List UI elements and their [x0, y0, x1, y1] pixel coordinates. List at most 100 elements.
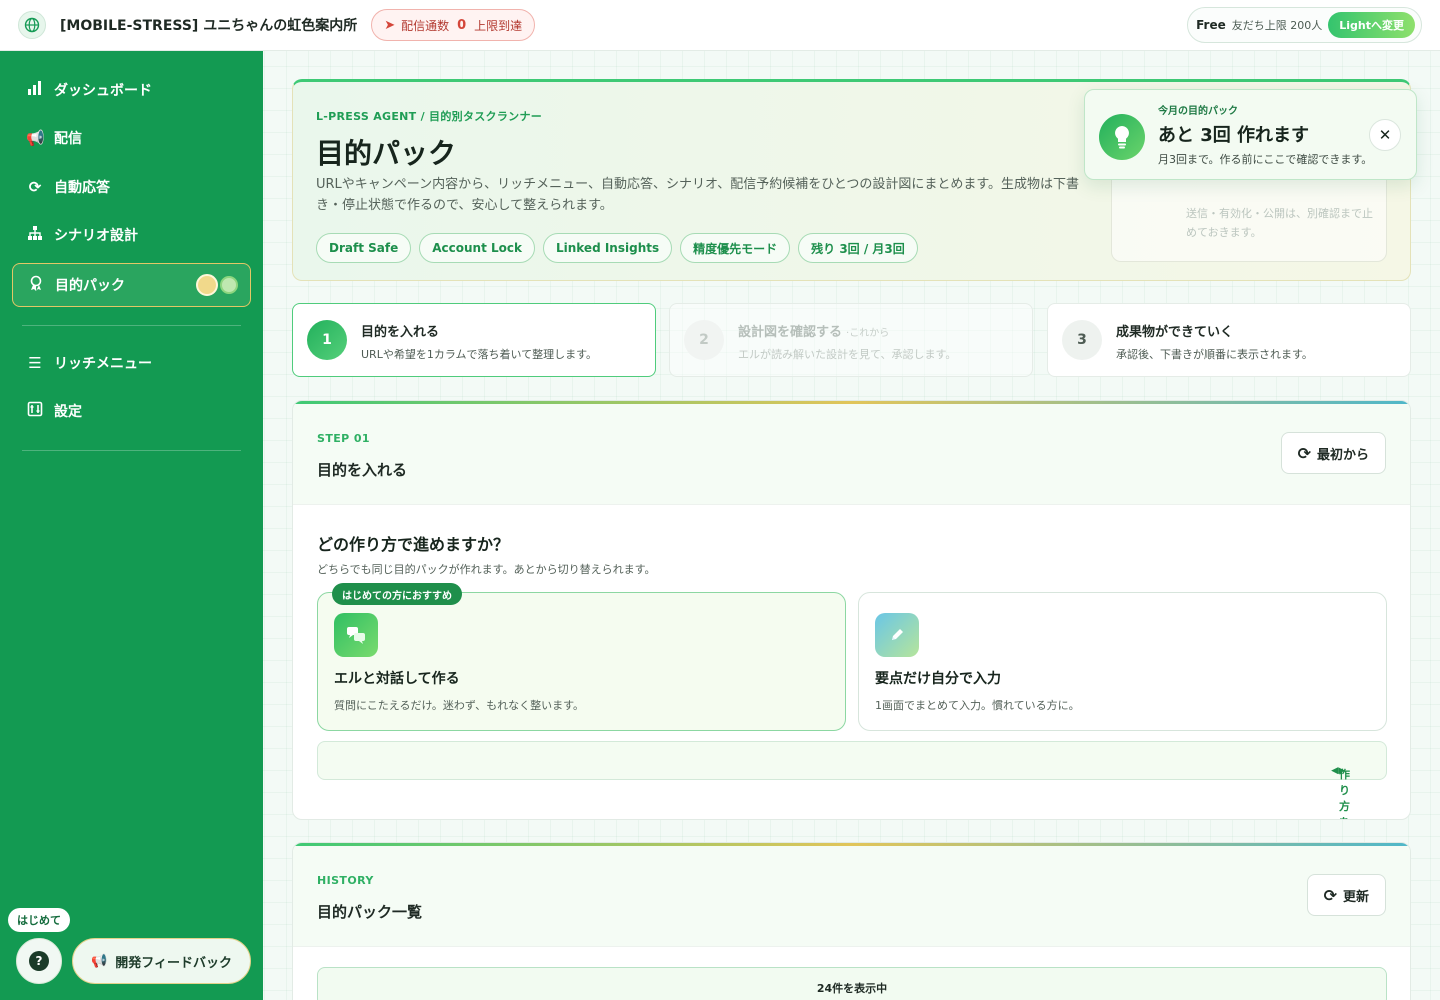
settings-icon — [26, 401, 44, 421]
chip-account-lock: Account Lock — [419, 233, 535, 263]
sidebar-item-scenario[interactable]: シナリオ設計 — [12, 213, 251, 257]
choice-manual-mode[interactable]: 要点だけ自分で入力 1画面でまとめて入力。慣れている方に。 — [858, 592, 1387, 731]
panel-header: HISTORY 目的パック一覧 ⟳ 更新 — [293, 846, 1410, 947]
sitemap-icon — [26, 225, 44, 245]
choice-subtitle: 質問にこたえるだけ。迷わず、もれなく整います。 — [334, 699, 585, 712]
step-kicker: STEP 01 — [317, 432, 370, 445]
page-title: 目的パック — [316, 137, 457, 170]
limit-count: 0 — [457, 17, 467, 33]
friends-limit: 友だち上限 200人 — [1231, 19, 1323, 32]
sidebar-item-label: ダッシュボード — [54, 83, 152, 99]
mode-question-sub: どちらでも同じ目的パックが作れます。あとから切り替えられます。 — [317, 563, 656, 576]
history-title: 目的パック一覧 — [317, 903, 423, 921]
mode-question: どの作り方で進めますか？ — [317, 535, 510, 554]
safety-note: 送信・有効化・公開は、別確認まで止めておきます。 — [1186, 207, 1373, 239]
help-button[interactable]: ? — [16, 938, 62, 984]
sidebar-item-label: 設定 — [54, 404, 82, 420]
panel-header: STEP 01 目的を入れる ⟳ 最初から — [293, 404, 1410, 505]
avatar-group — [196, 274, 238, 296]
send-limit-badge: ➤ 配信通数 0 上限到達 — [371, 9, 536, 41]
recommended-badge: はじめての方におすすめ — [332, 583, 462, 605]
chip-draft-safe: Draft Safe — [316, 233, 412, 263]
refresh-button[interactable]: ⟳ 更新 — [1306, 874, 1386, 916]
feature-chips: Draft Safe Account Lock Linked Insights … — [316, 233, 918, 263]
refresh-label: 更新 — [1342, 889, 1369, 905]
megaphone-icon: ➤ — [384, 17, 396, 33]
feedback-button[interactable]: 📢 開発フィードバック — [72, 938, 251, 984]
sidebar-item-purpose-pack[interactable]: 目的パック — [12, 263, 251, 307]
sidebar: ダッシュボード 📢 配信 ⟳ 自動応答 シナリオ設計 目的パック ☰ リッチメニ… — [0, 51, 263, 1000]
limit-label: 配信通数 — [401, 18, 450, 33]
sidebar-item-settings[interactable]: 設定 — [12, 389, 251, 433]
sidebar-divider — [22, 450, 241, 451]
first-time-tag: はじめて — [8, 908, 70, 932]
refresh-icon: ⟳ — [28, 178, 42, 196]
chip-linked-insights: Linked Insights — [542, 233, 673, 263]
step-title: 目的を入れる — [361, 325, 440, 340]
lightbulb-icon — [1099, 114, 1145, 160]
plan-name: Free — [1196, 18, 1226, 32]
feedback-label: 開発フィードバック — [115, 955, 232, 971]
step-title: 成果物ができていく — [1116, 325, 1234, 340]
sidebar-item-label: シナリオ設計 — [54, 228, 138, 244]
sidebar-divider — [22, 325, 241, 326]
top-bar: [MOBILE-STRESS] ユニちゃんの虹色案内所 ➤ 配信通数 0 上限到… — [0, 0, 1440, 51]
popup-kicker: 今月の目的パック — [1158, 106, 1238, 117]
choice-title: 要点だけ自分で入力 — [875, 671, 1001, 687]
award-badge-icon — [220, 276, 238, 294]
globe-icon[interactable] — [18, 11, 46, 39]
limit-status: 上限到達 — [474, 18, 523, 33]
history-panel: HISTORY 目的パック一覧 ⟳ 更新 24件を表示中 — [292, 842, 1411, 1000]
chip-precision-mode: 精度優先モード — [680, 233, 791, 263]
step-panel: STEP 01 目的を入れる ⟳ 最初から どの作り方で進めますか？ どちらでも… — [292, 400, 1411, 820]
sidebar-item-dashboard[interactable]: ダッシュボード — [12, 68, 251, 112]
choice-chat-mode[interactable]: はじめての方におすすめ エルと対話して作る 質問にこたえるだけ。迷わず、もれなく… — [317, 583, 846, 731]
sidebar-item-label: 配信 — [54, 131, 82, 147]
sidebar-item-rich-menu[interactable]: ☰ リッチメニュー — [12, 341, 251, 385]
step-1[interactable]: 1 目的を入れる URLや希望を1カラムで落ち着いて整理します。 — [292, 303, 656, 377]
refresh-icon: ⟳ — [1297, 443, 1311, 463]
step-note: ·これから — [846, 328, 890, 339]
step-number: 3 — [1062, 320, 1102, 360]
hero-description: URLやキャンペーン内容から、リッチメニュー、自動応答、シナリオ、配信予約候補を… — [316, 177, 1080, 213]
bar-chart-icon — [26, 80, 44, 100]
reset-label: 最初から — [1316, 447, 1369, 463]
chip-remaining: 残り 3回 / 月3回 — [798, 233, 918, 263]
award-icon — [27, 275, 45, 295]
step-subtitle: エルが読み解いた設計を見て、承認します。 — [738, 348, 957, 361]
sidebar-item-label: リッチメニュー — [54, 356, 152, 372]
refresh-icon: ⟳ — [1323, 885, 1337, 905]
choice-subtitle: 1画面でまとめて入力。慣れている方に。 — [875, 699, 1080, 712]
question-icon: ? — [29, 951, 49, 971]
sidebar-item-broadcast[interactable]: 📢 配信 — [12, 116, 251, 160]
reselect-bar: ◀▶作り方を選び直す — [317, 741, 1387, 819]
hero-kicker: L-PRESS AGENT / 目的別タスクランナー — [316, 110, 543, 123]
plan-box: Free 友だち上限 200人 Lightへ変更 — [1187, 7, 1422, 43]
stepper: 1 目的を入れる URLや希望を1カラムで落ち着いて整理します。 2 設計図を確… — [292, 303, 1411, 378]
step-subtitle: URLや希望を1カラムで落ち着いて整理します。 — [361, 348, 598, 361]
step-number: 2 — [684, 320, 724, 360]
popup-title: あと 3回 作れます — [1158, 125, 1310, 146]
choice-title: エルと対話して作る — [334, 671, 460, 687]
close-icon[interactable]: ✕ — [1369, 119, 1401, 151]
avatar — [196, 274, 218, 296]
reset-button[interactable]: ⟳ 最初から — [1280, 432, 1386, 474]
sidebar-item-label: 自動応答 — [54, 180, 110, 196]
history-count: 24件を表示中 — [317, 967, 1387, 1000]
pencil-icon — [875, 613, 919, 657]
megaphone-icon: 📢 — [91, 953, 108, 969]
app-title: [MOBILE-STRESS] ユニちゃんの虹色案内所 — [60, 18, 358, 34]
step-3: 3 成果物ができていく 承認後、下書きが順番に表示されます。 — [1047, 303, 1411, 377]
step-number: 1 — [307, 320, 347, 360]
menu-icon: ☰ — [28, 354, 42, 372]
sidebar-item-auto-reply[interactable]: ⟳ 自動応答 — [12, 165, 251, 209]
step-2: 2 設計図を確認する ·これから エルが読み解いた設計を見て、承認します。 — [669, 303, 1033, 377]
megaphone-icon: 📢 — [26, 129, 45, 147]
quota-popup: 今月の目的パック あと 3回 作れます 月3回まで。作る前にここで確認できます。… — [1084, 89, 1417, 180]
panel-title: 目的を入れる — [317, 461, 408, 479]
sidebar-item-label: 目的パック — [55, 278, 125, 294]
change-plan-button[interactable]: Lightへ変更 — [1328, 12, 1415, 38]
step-subtitle: 承認後、下書きが順番に表示されます。 — [1116, 348, 1313, 361]
history-kicker: HISTORY — [317, 874, 374, 887]
popup-subtext: 月3回まで。作る前にここで確認できます。 — [1158, 153, 1373, 166]
